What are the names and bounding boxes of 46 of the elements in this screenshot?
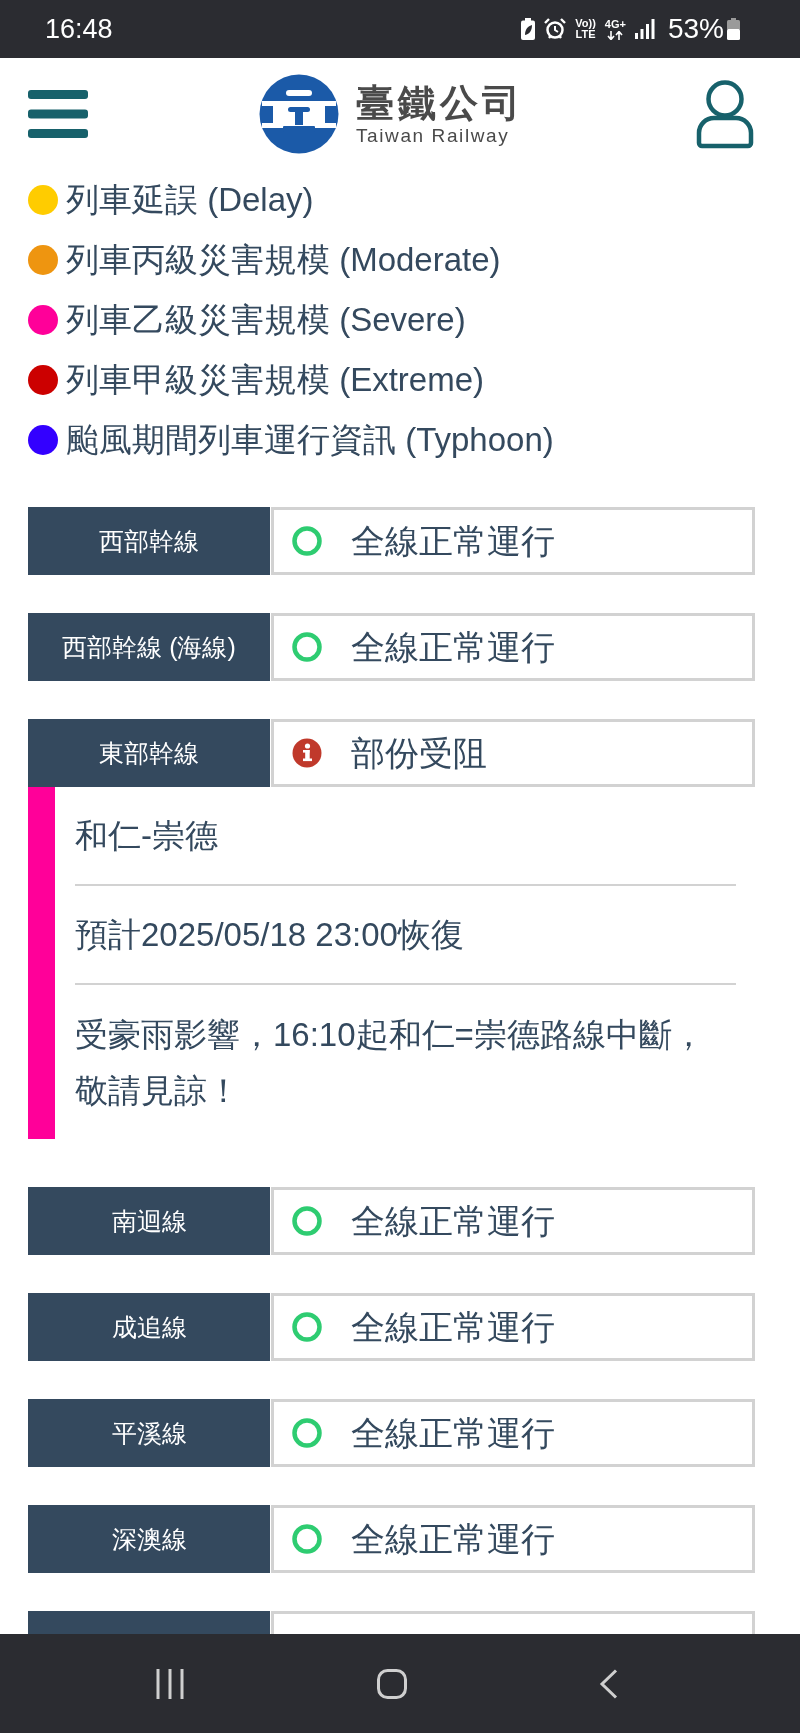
- line-name: 成追線: [28, 1293, 270, 1361]
- ring-icon: [292, 632, 322, 662]
- brand-subtitle: Taiwan Railway: [356, 125, 510, 147]
- status-text: 全線正常運行: [351, 521, 555, 561]
- ring-icon: [292, 1524, 322, 1554]
- info-icon: [292, 738, 322, 768]
- network-type: 4G+: [604, 18, 626, 30]
- railway-logo-icon[interactable]: [259, 74, 339, 154]
- legend-label: 列車丙級災害規模 (Moderate): [66, 240, 501, 280]
- alarm-clock-icon: [544, 18, 567, 40]
- data-arrows-icon: [607, 30, 624, 40]
- battery-icon: [727, 18, 740, 40]
- disruption-message: 受豪雨影響，16:10起和仁=崇德路線中斷，敬請見諒！: [75, 1015, 706, 1111]
- ring-icon: [292, 1206, 322, 1236]
- clock-time: 16:48: [45, 14, 113, 44]
- legend-label: 列車延誤 (Delay): [66, 180, 314, 220]
- ring-icon: [292, 1418, 322, 1448]
- status-text: 全線正常運行: [351, 1519, 555, 1559]
- home-icon[interactable]: [377, 1668, 407, 1699]
- ring-icon: [292, 1312, 322, 1342]
- status-text: 全線正常運行: [351, 1307, 555, 1347]
- recent-apps-icon[interactable]: [155, 1668, 185, 1699]
- menu-icon[interactable]: [28, 90, 88, 138]
- recovery-estimate: 預計2025/05/18 23:00恢復: [75, 915, 465, 955]
- user-icon[interactable]: [695, 79, 755, 149]
- line-name: 西部幹線 (海線): [28, 613, 270, 681]
- brand-title: 臺鐵公司: [356, 81, 524, 125]
- signal-icon: [634, 19, 655, 39]
- legend-label: 颱風期間列車運行資訊 (Typhoon): [66, 420, 554, 460]
- status-text: 部份受阻: [351, 733, 487, 773]
- back-icon[interactable]: [599, 1668, 619, 1699]
- line-name: 深澳線: [28, 1505, 270, 1573]
- ring-icon: [292, 526, 322, 556]
- status-text: 全線正常運行: [351, 1413, 555, 1453]
- battery-percent: 53%: [667, 14, 724, 44]
- line-name: 南迴線: [28, 1187, 270, 1255]
- battery-leaf-icon: [521, 18, 536, 40]
- legend-label: 列車乙級災害規模 (Severe): [66, 300, 466, 340]
- legend-label: 列車甲級災害規模 (Extreme): [66, 360, 484, 400]
- status-text: 全線正常運行: [351, 627, 555, 667]
- affected-section: 和仁-崇德: [75, 787, 736, 884]
- status-text: 全線正常運行: [351, 1201, 555, 1241]
- volte-indicator: Vo)) LTE: [575, 18, 596, 40]
- line-name: 平溪線: [28, 1399, 270, 1467]
- line-name: 西部幹線: [28, 507, 270, 575]
- line-name: 東部幹線: [28, 719, 270, 787]
